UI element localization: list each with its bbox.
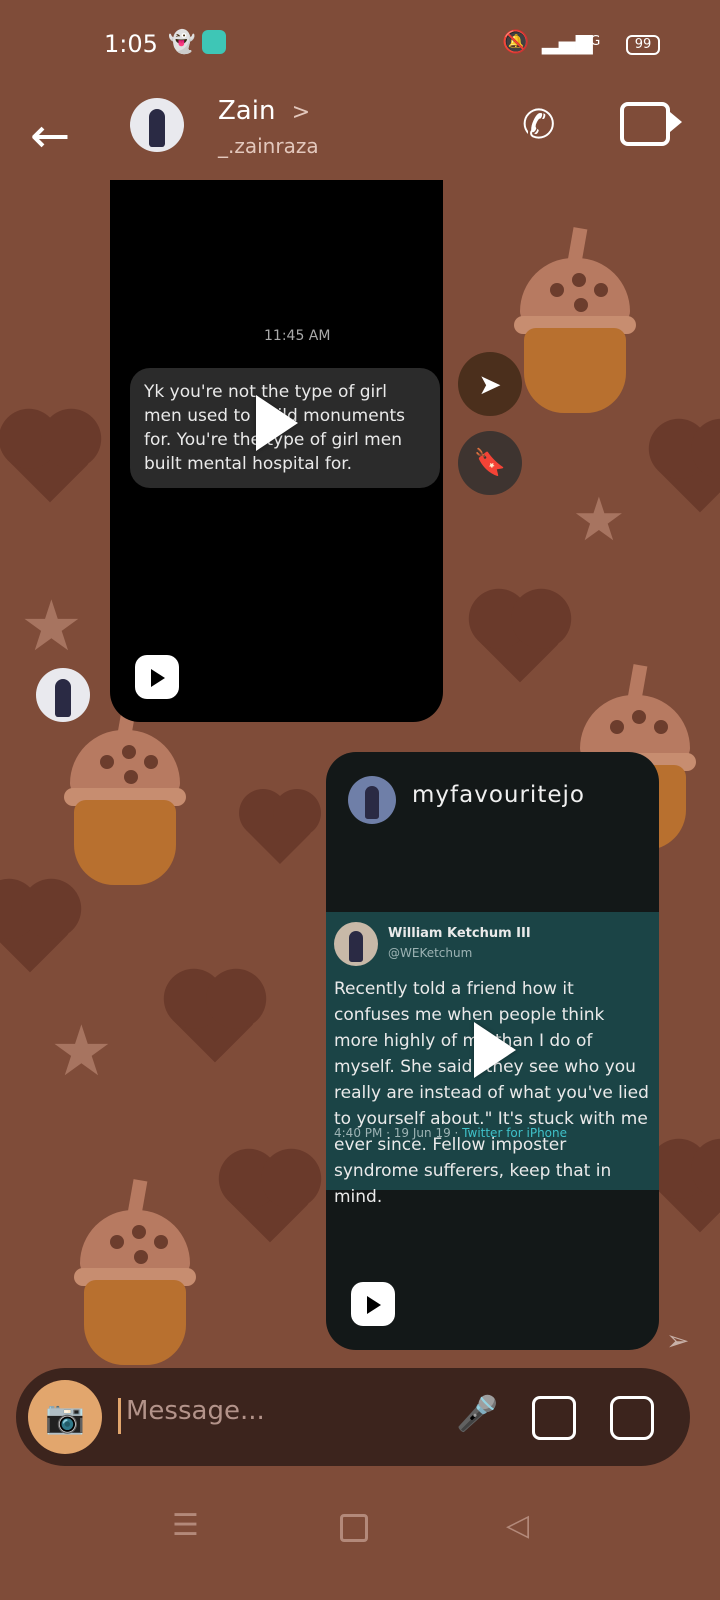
star-decoration: ★ bbox=[50, 1010, 113, 1092]
heart-decoration bbox=[172, 977, 258, 1063]
reel-author-avatar bbox=[348, 776, 396, 824]
reels-icon bbox=[135, 655, 179, 699]
tweet-handle: @WEKetchum bbox=[388, 946, 473, 960]
battery-icon: 99 bbox=[626, 35, 660, 55]
reels-icon bbox=[351, 1282, 395, 1326]
heart-decoration bbox=[657, 427, 720, 513]
tweet-meta: 4:40 PM · 19 Jun 19 · Twitter for iPhone bbox=[334, 1126, 568, 1140]
heart-decoration bbox=[477, 597, 563, 683]
status-time: 1:05 bbox=[104, 30, 158, 58]
gallery-icon[interactable] bbox=[532, 1396, 576, 1440]
back-nav-icon[interactable]: ◁ bbox=[506, 1508, 529, 1543]
app-notification-icon bbox=[202, 30, 226, 54]
contact-avatar[interactable] bbox=[130, 98, 184, 152]
share-button[interactable]: ➤ bbox=[458, 352, 522, 416]
phone-icon[interactable]: ✆ bbox=[522, 102, 556, 148]
mute-icon: 🔕 bbox=[502, 30, 530, 55]
chevron-right-icon: > bbox=[291, 100, 311, 125]
reel-timestamp: 11:45 AM bbox=[264, 328, 331, 344]
send-icon[interactable]: ➢ bbox=[666, 1324, 689, 1357]
contact-username: _.zainraza bbox=[218, 134, 319, 158]
camera-button[interactable]: 📷 bbox=[28, 1380, 102, 1454]
reel-message-2[interactable]: myfavouritejo William Ketchum III @WEKet… bbox=[326, 752, 659, 1350]
star-decoration: ★ bbox=[20, 585, 83, 667]
message-input[interactable]: Message... bbox=[126, 1396, 265, 1426]
heart-decoration bbox=[246, 796, 314, 864]
sender-avatar[interactable] bbox=[36, 668, 90, 722]
tweet-author: William Ketchum III bbox=[388, 926, 531, 941]
network-label: 4G bbox=[582, 34, 601, 49]
save-button[interactable]: 🔖 bbox=[458, 431, 522, 495]
text-caret bbox=[118, 1398, 121, 1434]
menu-nav-icon[interactable]: ☰ bbox=[172, 1508, 199, 1543]
boba-decoration bbox=[70, 1179, 200, 1365]
tweet-avatar bbox=[334, 922, 378, 966]
message-composer: 📷 Message... 🎤 bbox=[16, 1368, 690, 1466]
reel-message-1[interactable]: 11:45 AM Yk you're not the type of girl … bbox=[110, 180, 443, 722]
contact-name[interactable]: Zain > bbox=[218, 96, 310, 126]
sticker-icon[interactable] bbox=[610, 1396, 654, 1440]
back-arrow-icon[interactable]: ← bbox=[30, 108, 70, 164]
camera-icon: 📷 bbox=[45, 1398, 85, 1436]
video-call-icon[interactable] bbox=[620, 102, 682, 146]
status-bar: 1:05 👻 🔕 ▂▄▆ 4G 99 bbox=[0, 0, 720, 88]
boba-decoration bbox=[60, 699, 190, 885]
heart-decoration bbox=[657, 1147, 720, 1233]
snapchat-icon: 👻 bbox=[168, 30, 196, 55]
bookmark-icon: 🔖 bbox=[473, 448, 507, 478]
play-icon[interactable] bbox=[256, 395, 298, 451]
home-nav-icon[interactable] bbox=[340, 1514, 368, 1542]
heart-decoration bbox=[7, 417, 93, 503]
heart-decoration bbox=[0, 887, 73, 973]
heart-decoration bbox=[227, 1157, 313, 1243]
tweet-text: Recently told a friend how it confuses m… bbox=[334, 979, 649, 1207]
boba-decoration bbox=[510, 227, 640, 413]
paper-plane-icon: ➤ bbox=[478, 367, 502, 401]
play-icon[interactable] bbox=[474, 1022, 516, 1078]
reel-author-username: myfavouritejo bbox=[412, 782, 585, 808]
microphone-icon[interactable]: 🎤 bbox=[456, 1394, 498, 1434]
star-decoration: ★ bbox=[572, 485, 626, 555]
